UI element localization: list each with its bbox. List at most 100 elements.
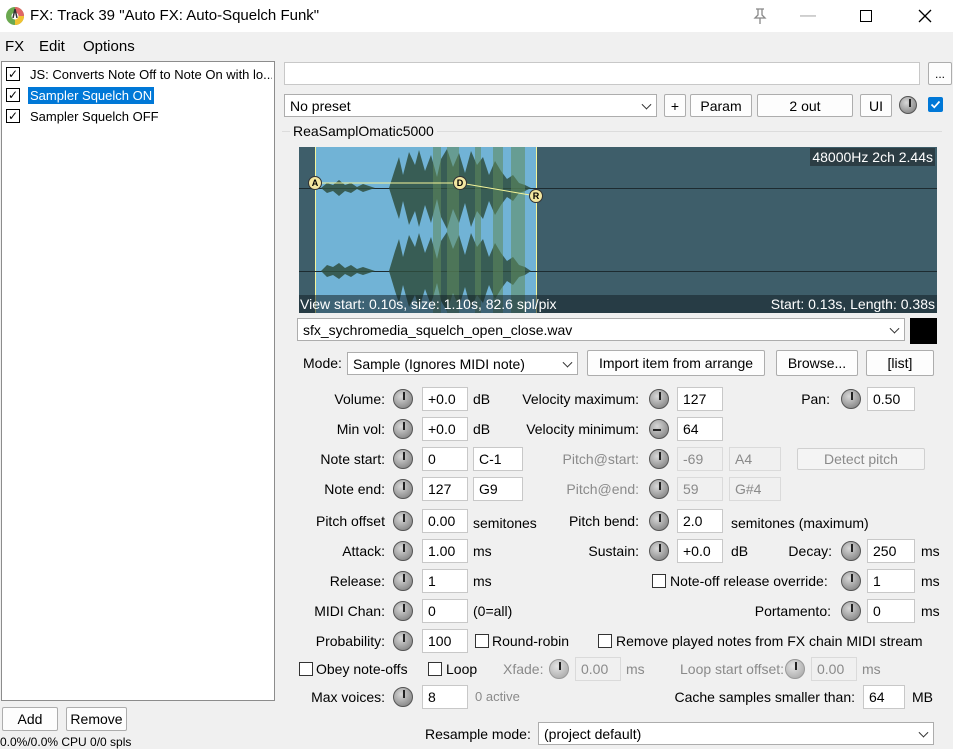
pitch-start-input[interactable]: -69 xyxy=(677,447,723,471)
loop-start-input[interactable]: 0.00 xyxy=(811,657,857,681)
decay-knob[interactable] xyxy=(841,541,861,561)
waveform-display[interactable]: A D R 48000Hz 2ch 2.44s View start: 0.10… xyxy=(299,147,937,313)
more-options-button[interactable]: ... xyxy=(928,62,952,85)
maximize-button[interactable] xyxy=(843,0,889,32)
pan-knob[interactable] xyxy=(841,389,861,409)
decay-marker[interactable]: D xyxy=(453,176,467,190)
sustain-input[interactable]: +0.0 xyxy=(677,539,723,563)
close-button[interactable] xyxy=(902,0,948,32)
list-button[interactable]: [list] xyxy=(866,350,934,376)
loop-start-knob[interactable] xyxy=(785,659,805,679)
min-vol-input[interactable]: +0.0 xyxy=(422,417,468,441)
volume-knob[interactable] xyxy=(393,389,413,409)
ui-button[interactable]: UI xyxy=(860,94,892,117)
check-icon xyxy=(930,100,941,109)
vel-min-knob[interactable] xyxy=(649,419,669,439)
pitch-start-knob[interactable] xyxy=(649,449,669,469)
noteoff-override-checkbox[interactable] xyxy=(652,574,666,588)
fx-item-js-noteoff[interactable]: ✓ JS: Converts Note Off to Note On with … xyxy=(6,64,272,84)
minimize-button[interactable]: — xyxy=(785,0,831,32)
pitch-end-knob[interactable] xyxy=(649,479,669,499)
decay-label: Decay: xyxy=(788,543,832,559)
preset-select[interactable]: No preset xyxy=(284,94,657,117)
attack-knob[interactable] xyxy=(393,541,413,561)
add-fx-button[interactable]: Add xyxy=(2,707,58,731)
fx-chain-list[interactable]: ✓ JS: Converts Note Off to Note On with … xyxy=(1,61,275,701)
xfade-input[interactable]: 0.00 xyxy=(575,657,621,681)
maximize-icon xyxy=(860,10,872,22)
probability-knob[interactable] xyxy=(393,631,413,651)
loop-checkbox[interactable] xyxy=(428,662,442,676)
max-voices-input[interactable]: 8 xyxy=(422,685,468,709)
loop-start-label: Loop start offset: xyxy=(680,661,785,677)
midi-chan-label: MIDI Chan: xyxy=(314,603,385,619)
loop-start-unit: ms xyxy=(862,661,881,677)
attack-input[interactable]: 1.00 xyxy=(422,539,468,563)
resample-select[interactable]: (project default) xyxy=(538,722,934,745)
pitch-end-input[interactable]: 59 xyxy=(677,477,723,501)
remove-fx-button[interactable]: Remove xyxy=(66,707,127,731)
menu-options[interactable]: Options xyxy=(83,38,135,55)
decay-input[interactable]: 250 xyxy=(867,539,915,563)
obey-noteoffs-checkbox[interactable] xyxy=(299,662,313,676)
vel-min-input[interactable]: 64 xyxy=(677,417,723,441)
browse-button[interactable]: Browse... xyxy=(776,350,858,376)
chevron-down-icon xyxy=(889,323,900,334)
add-preset-button[interactable]: + xyxy=(664,94,686,117)
param-button[interactable]: Param xyxy=(690,94,752,117)
pin-icon[interactable] xyxy=(750,6,770,26)
menu-fx[interactable]: FX xyxy=(5,38,24,55)
note-end-input[interactable]: 127 xyxy=(422,477,468,501)
pitch-bend-knob[interactable] xyxy=(649,511,669,531)
color-swatch[interactable] xyxy=(910,318,937,344)
wet-knob[interactable] xyxy=(899,96,917,114)
midi-chan-input[interactable]: 0 xyxy=(422,599,468,623)
release-knob[interactable] xyxy=(393,571,413,591)
fx-item-label: Sampler Squelch ON xyxy=(28,86,155,104)
pitch-bend-input[interactable]: 2.0 xyxy=(677,509,723,533)
import-item-button[interactable]: Import item from arrange xyxy=(587,350,765,376)
note-end-knob[interactable] xyxy=(393,479,413,499)
release-marker[interactable]: R xyxy=(529,189,543,203)
fx-item-sampler-off[interactable]: ✓ Sampler Squelch OFF xyxy=(6,106,272,126)
menu-edit[interactable]: Edit xyxy=(39,38,65,55)
remove-played-checkbox[interactable] xyxy=(598,634,612,648)
probability-input[interactable]: 100 xyxy=(422,629,468,653)
fx-name-field[interactable] xyxy=(284,62,920,85)
portamento-knob[interactable] xyxy=(841,601,861,621)
fx-enable-checkbox[interactable]: ✓ xyxy=(6,109,20,123)
note-start-knob[interactable] xyxy=(393,449,413,469)
sample-file-select[interactable]: sfx_sychromedia_squelch_open_close.wav xyxy=(297,318,905,341)
detect-pitch-button[interactable]: Detect pitch xyxy=(797,448,925,470)
sustain-knob[interactable] xyxy=(649,541,669,561)
min-vol-knob[interactable] xyxy=(393,419,413,439)
pitch-end-note[interactable]: G#4 xyxy=(729,477,781,501)
pan-input[interactable]: 0.50 xyxy=(867,387,915,411)
xfade-knob[interactable] xyxy=(549,659,569,679)
fx-enable-checkbox[interactable]: ✓ xyxy=(6,67,20,81)
midi-chan-knob[interactable] xyxy=(393,601,413,621)
xfade-label: Xfade: xyxy=(503,661,544,677)
attack-marker[interactable]: A xyxy=(308,176,322,190)
vel-max-knob[interactable] xyxy=(649,389,669,409)
io-routing-button[interactable]: 2 out xyxy=(757,94,853,117)
note-start-input[interactable]: 0 xyxy=(422,447,468,471)
vel-max-input[interactable]: 127 xyxy=(677,387,723,411)
noteoff-release-knob[interactable] xyxy=(841,571,861,591)
mode-select[interactable]: Sample (Ignores MIDI note) xyxy=(347,352,578,375)
pitch-start-note[interactable]: A4 xyxy=(729,447,781,471)
pitch-offset-input[interactable]: 0.00 xyxy=(422,509,468,533)
release-input[interactable]: 1 xyxy=(422,569,468,593)
pan-label: Pan: xyxy=(801,391,830,407)
cache-input[interactable]: 64 xyxy=(863,685,905,709)
fx-item-sampler-on[interactable]: ✓ Sampler Squelch ON xyxy=(6,85,272,105)
portamento-input[interactable]: 0 xyxy=(867,599,915,623)
volume-input[interactable]: +0.0 xyxy=(422,387,468,411)
round-robin-checkbox[interactable] xyxy=(475,634,489,648)
fx-enable-checkbox[interactable] xyxy=(928,97,943,112)
noteoff-release-input[interactable]: 1 xyxy=(867,569,915,593)
max-voices-knob[interactable] xyxy=(393,687,413,707)
portamento-label: Portamento: xyxy=(754,603,831,619)
pitch-offset-knob[interactable] xyxy=(393,511,413,531)
fx-enable-checkbox[interactable]: ✓ xyxy=(6,88,20,102)
